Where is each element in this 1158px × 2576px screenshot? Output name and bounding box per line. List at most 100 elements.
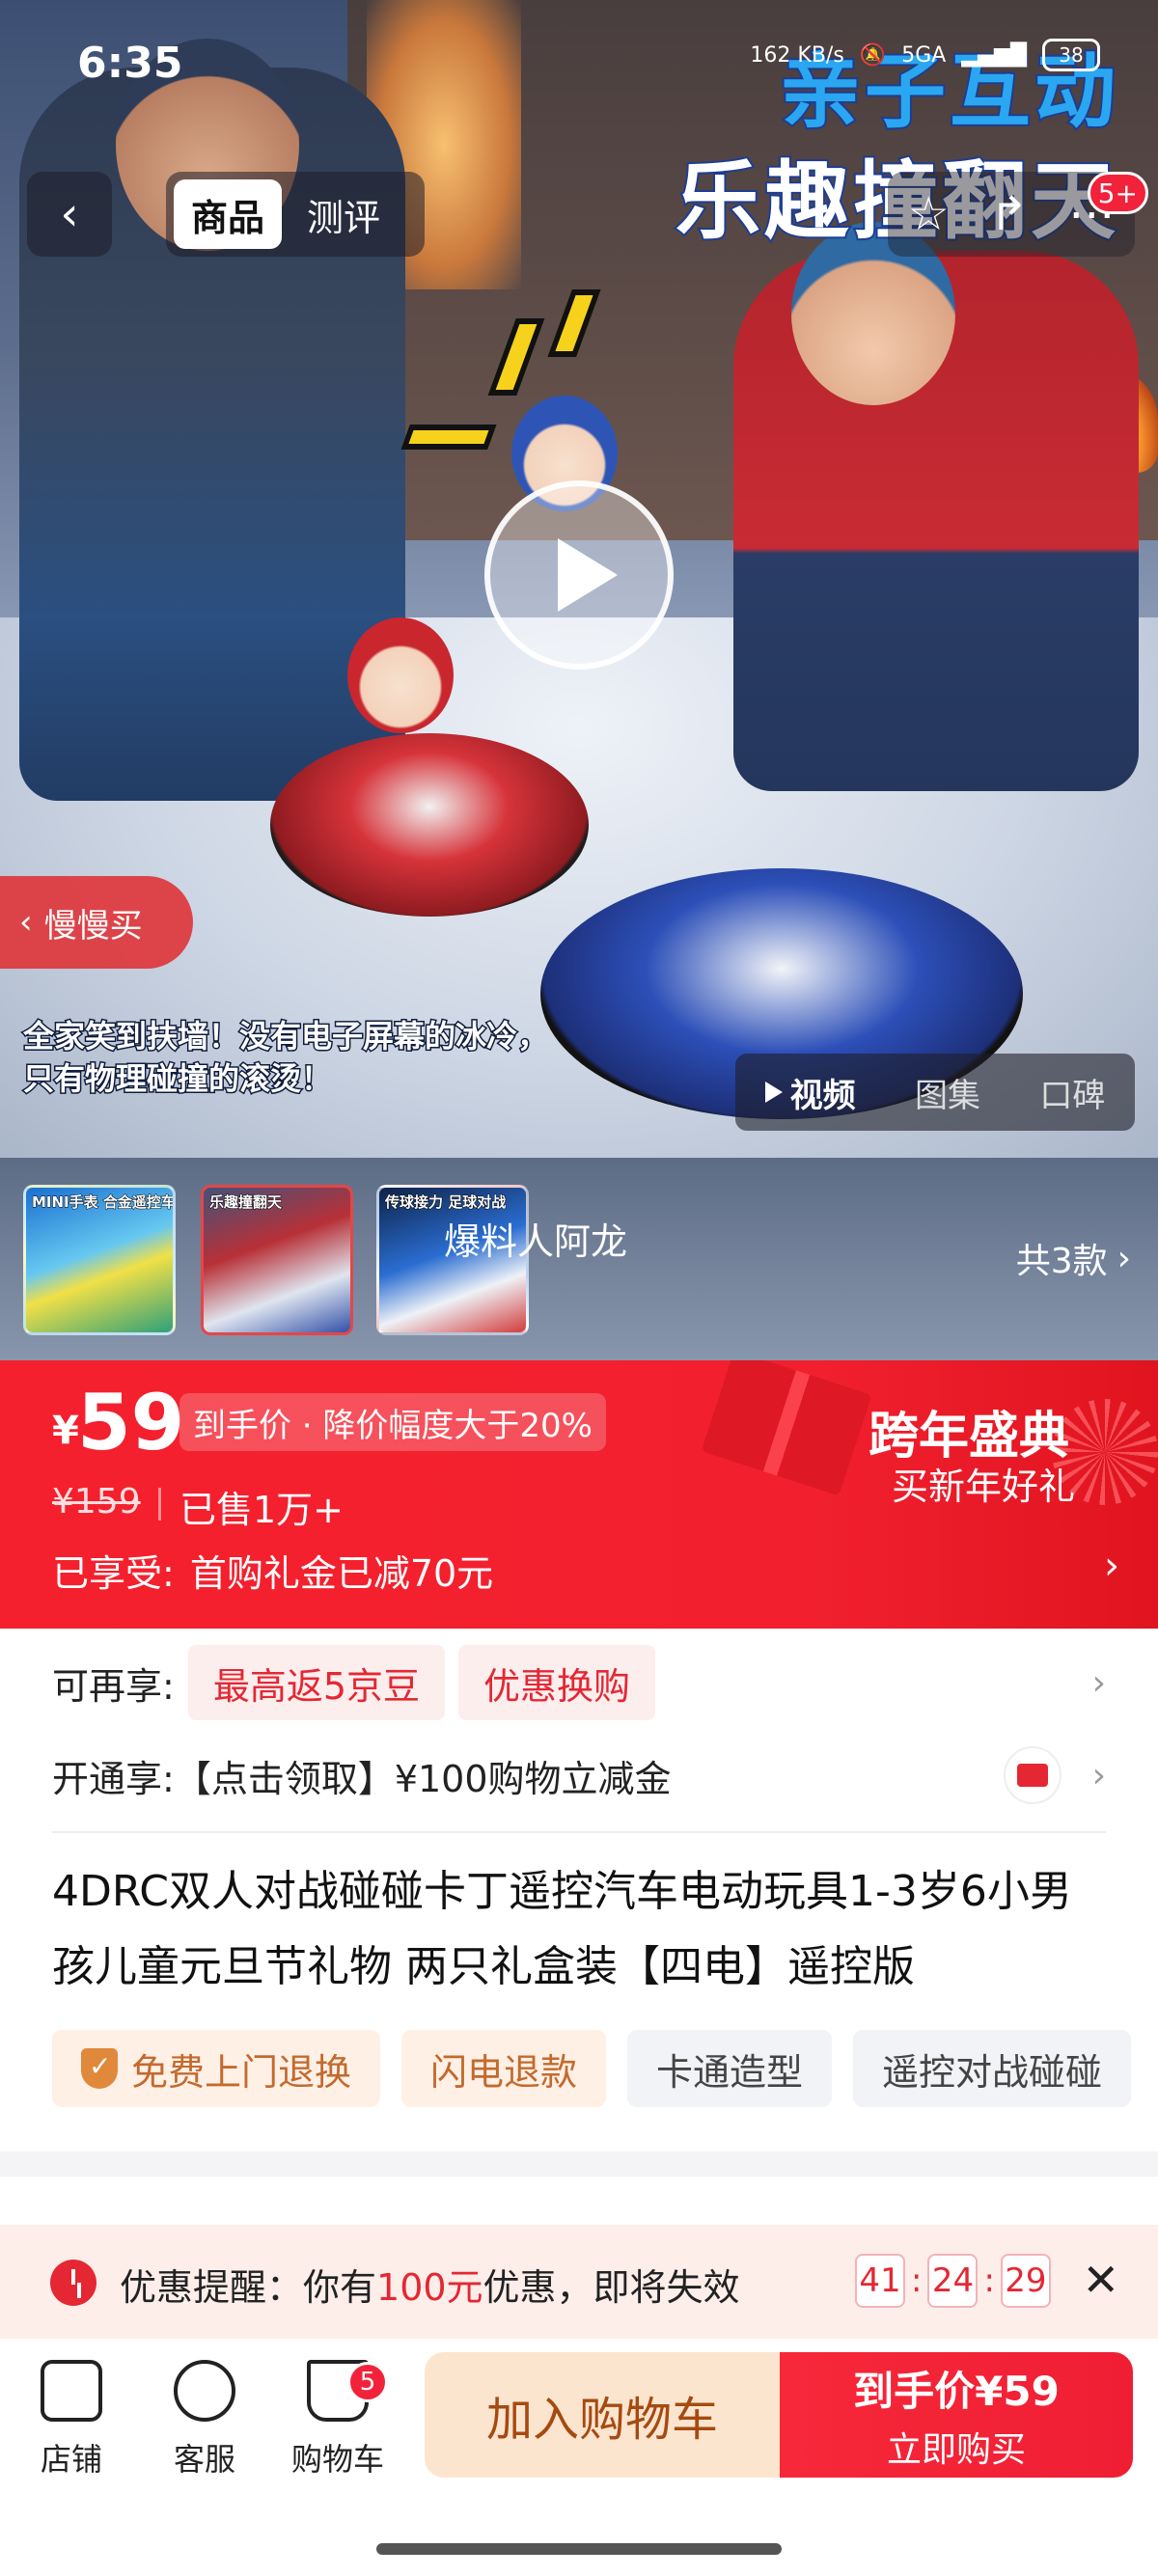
slow-buy-button[interactable]: ‹ 慢慢买 bbox=[0, 876, 193, 969]
activate-benefit-label: 开通享: bbox=[52, 1757, 175, 1800]
signal-icon: ▂▄▆█ bbox=[961, 42, 1027, 68]
price-currency: ¥ bbox=[52, 1409, 79, 1453]
media-tab-reviews[interactable]: 口碑 bbox=[1039, 1069, 1105, 1116]
network-type: 5GA bbox=[901, 42, 947, 68]
next-section-peek bbox=[0, 2177, 1158, 2229]
chevron-right-icon: › bbox=[1104, 1544, 1119, 1588]
reminder-message: 优惠提醒：你有100元优惠，即将失效 bbox=[120, 2258, 740, 2311]
discount-reminder-bar[interactable]: 优惠提醒：你有100元优惠，即将失效 41: 24: 29 ✕ bbox=[0, 2225, 1158, 2339]
service-tag[interactable]: 闪电退款 bbox=[401, 2030, 607, 2107]
network-speed: 162 KB/s bbox=[750, 42, 844, 68]
product-title: 4DRC双人对战碰碰卡丁遥控汽车电动玩具1-3岁6小男孩儿童元旦节礼物 两只礼盒… bbox=[52, 1867, 1072, 1991]
price-banner: ¥ 59 到手价 · 降价幅度大于20% ¥159 已售1万+ 已享受: 首购礼… bbox=[0, 1360, 1158, 1629]
media-tab-video-label: 视频 bbox=[789, 1076, 856, 1115]
clock-icon bbox=[50, 2260, 96, 2306]
benefit-chip-jingdou[interactable]: 最高返5京豆 bbox=[187, 1645, 445, 1720]
sold-count: 已售1万+ bbox=[179, 1489, 345, 1531]
countdown-seconds: 29 bbox=[1000, 2254, 1051, 2308]
media-tab-switcher: 视频 图集 口碑 bbox=[735, 1054, 1135, 1131]
extra-benefits-row[interactable]: 可再享: 最高返5京豆 优惠换购 › bbox=[52, 1642, 1106, 1723]
service-tag-label: 免费上门退换 bbox=[131, 2050, 352, 2094]
cart-badge: 5 bbox=[347, 2362, 388, 2402]
tab-product[interactable]: 商品 bbox=[174, 179, 283, 249]
play-video-button[interactable] bbox=[484, 480, 674, 670]
battery-icon: 38 bbox=[1042, 39, 1100, 71]
chevron-right-icon: › bbox=[1091, 1662, 1106, 1703]
activate-benefit-row[interactable]: 开通享: 【点击领取】¥100购物立减金 › bbox=[52, 1735, 1106, 1816]
add-to-cart-button[interactable]: 加入购物车 bbox=[425, 2352, 780, 2478]
variant-thumb-label: 乐趣撞翻天 bbox=[208, 1193, 283, 1212]
benefit-chip-exchange[interactable]: 优惠换购 bbox=[458, 1645, 656, 1720]
applied-discount-label: 已享受: bbox=[52, 1552, 175, 1595]
service-tag[interactable]: 免费上门退换 bbox=[52, 2030, 381, 2107]
more-badge: 5+ bbox=[1087, 172, 1148, 214]
benefits-panel: 可再享: 最高返5京豆 优惠换购 › 开通享: 【点击领取】¥100购物立减金 … bbox=[0, 1629, 1158, 1833]
reminder-suffix: 优惠，即将失效 bbox=[482, 2266, 740, 2309]
variant-thumbnail-strip: MINI手表 合金遥控车 乐趣撞翻天 传球接力 足球对战 爆料人阿龙 共3款 › bbox=[0, 1158, 1158, 1360]
gift-box-decoration bbox=[701, 1360, 872, 1496]
price-tag: 到手价 · 降价幅度大于20% bbox=[179, 1393, 606, 1451]
mute-icon: 🔕 bbox=[859, 42, 887, 68]
variant-thumb-label: 传球接力 足球对战 bbox=[384, 1193, 507, 1212]
status-bar: 6:35 162 KB/s 🔕 5GA ▂▄▆█ 38 bbox=[0, 0, 1158, 135]
favorite-star-icon[interactable]: ☆ bbox=[908, 187, 950, 241]
payment-card-icon bbox=[1004, 1746, 1062, 1804]
section-gap bbox=[0, 2151, 1158, 2177]
play-icon bbox=[764, 1082, 783, 1103]
slow-buy-label: 慢慢买 bbox=[43, 906, 143, 945]
countdown-minutes: 24 bbox=[927, 2254, 979, 2308]
smiley-icon bbox=[174, 2360, 235, 2422]
status-time: 6:35 bbox=[77, 39, 183, 88]
countdown-timer: 41: 24: 29 bbox=[855, 2254, 1051, 2308]
feature-tag[interactable]: 卡通造型 bbox=[627, 2030, 833, 2107]
page-tab-switcher: 商品 测评 bbox=[166, 172, 425, 257]
hero-red-robot-driver bbox=[347, 617, 454, 733]
variant-count-link[interactable]: 共3款 › bbox=[1016, 1233, 1131, 1283]
chevron-right-icon: › bbox=[1091, 1755, 1106, 1795]
buy-now-price: 到手价¥59 bbox=[853, 2367, 1060, 2415]
product-title-section: 4DRC双人对战碰碰卡丁遥控汽车电动玩具1-3岁6小男孩儿童元旦节礼物 两只礼盒… bbox=[0, 1833, 1158, 2151]
buy-now-label: 立即购买 bbox=[886, 2429, 1026, 2470]
media-tab-video[interactable]: 视频 bbox=[764, 1069, 856, 1116]
chevron-right-icon: › bbox=[1117, 1238, 1131, 1278]
customer-service-label: 客服 bbox=[173, 2441, 235, 2478]
festival-subtitle: 买新年好礼 bbox=[892, 1466, 1076, 1508]
variant-thumb-label: MINI手表 合金遥控车 bbox=[32, 1193, 176, 1212]
store-label: 店铺 bbox=[40, 2441, 102, 2478]
customer-service-button[interactable]: 客服 bbox=[147, 2360, 262, 2480]
tab-review[interactable]: 测评 bbox=[290, 179, 398, 249]
activate-benefit-text: 【点击领取】¥100购物立减金 bbox=[174, 1757, 672, 1800]
extra-benefits-label: 可再享: bbox=[52, 1664, 175, 1708]
hero-impact-burst bbox=[400, 425, 497, 450]
close-icon[interactable]: ✕ bbox=[1082, 2254, 1119, 2306]
price-divider bbox=[158, 1488, 161, 1521]
status-icons: 162 KB/s 🔕 5GA ▂▄▆█ 38 bbox=[750, 39, 1100, 71]
variant-thumb-1[interactable]: MINI手表 合金遥控车 bbox=[23, 1185, 176, 1335]
countdown-hours: 41 bbox=[855, 2254, 905, 2308]
review-author: 爆料人阿龙 bbox=[444, 1220, 628, 1263]
buy-now-button[interactable]: 到手价¥59 立即购买 bbox=[780, 2352, 1133, 2478]
reminder-amount: 100元 bbox=[376, 2266, 483, 2309]
battery-level: 38 bbox=[1059, 43, 1084, 67]
variant-thumb-2[interactable]: 乐趣撞翻天 bbox=[201, 1185, 353, 1335]
original-price: ¥159 bbox=[52, 1482, 141, 1521]
chevron-left-icon: ‹ bbox=[19, 903, 33, 942]
applied-discount-value: 首购礼金已减70元 bbox=[189, 1552, 494, 1595]
back-button[interactable]: ‹ bbox=[27, 172, 112, 257]
share-icon[interactable]: ↱ bbox=[989, 187, 1028, 241]
cart-label: 购物车 bbox=[290, 2441, 384, 2478]
bottom-action-bar: 店铺 客服 购物车 5 加入购物车 到手价¥59 立即购买 bbox=[0, 2339, 1158, 2576]
store-button[interactable]: 店铺 bbox=[14, 2360, 129, 2480]
media-tab-gallery[interactable]: 图集 bbox=[915, 1069, 980, 1116]
applied-discount-row[interactable]: 已享受: 首购礼金已减70元 bbox=[52, 1544, 493, 1597]
feature-tag[interactable]: 遥控对战碰碰 bbox=[853, 2030, 1132, 2107]
home-indicator[interactable] bbox=[376, 2543, 782, 2555]
shield-check-icon bbox=[81, 2048, 118, 2089]
hero-caption: 全家笑到扶墙！没有电子屏幕的冰冷，只有物理碰撞的滚烫！ bbox=[22, 1017, 550, 1099]
service-tags: 免费上门退换 闪电退款 卡通造型 遥控对战碰碰 bbox=[52, 2030, 1132, 2107]
chevron-left-icon: ‹ bbox=[60, 187, 79, 241]
variant-count-label: 共3款 bbox=[1015, 1242, 1108, 1281]
reminder-prefix: 优惠提醒：你有 bbox=[120, 2266, 377, 2309]
price-value: 59 bbox=[77, 1378, 185, 1467]
store-icon bbox=[41, 2360, 102, 2422]
